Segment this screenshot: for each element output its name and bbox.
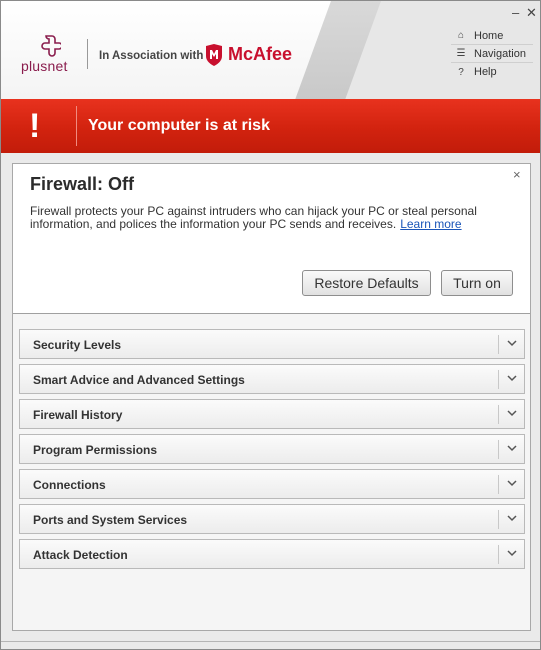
section-connections[interactable]: Connections [19, 469, 525, 499]
section-divider [498, 440, 499, 459]
section-security-levels[interactable]: Security Levels [19, 329, 525, 359]
home-icon: ⌂ [457, 30, 465, 41]
settings-sections: Security Levels Smart Advice and Advance… [19, 329, 525, 574]
restore-defaults-button[interactable]: Restore Defaults [302, 270, 431, 296]
list-icon: ☰ [456, 48, 466, 59]
section-attack-detection[interactable]: Attack Detection [19, 539, 525, 569]
chevron-down-icon[interactable] [506, 372, 518, 384]
nav-home[interactable]: ⌂ Home [451, 27, 533, 45]
chevron-down-icon[interactable] [506, 407, 518, 419]
section-label: Firewall History [33, 408, 123, 422]
section-smart-advice[interactable]: Smart Advice and Advanced Settings [19, 364, 525, 394]
chevron-down-icon[interactable] [506, 337, 518, 349]
firewall-status-card: × Firewall: Off Firewall protects your P… [13, 164, 530, 314]
close-card-icon[interactable]: × [513, 167, 521, 182]
section-divider [498, 545, 499, 564]
close-window-button[interactable]: ✕ [526, 6, 537, 20]
section-label: Attack Detection [33, 548, 128, 562]
mcafee-shield-icon [206, 44, 222, 66]
turn-on-button[interactable]: Turn on [441, 270, 513, 296]
nav-help[interactable]: ? Help [451, 63, 533, 81]
firewall-title: Firewall: Off [30, 174, 135, 194]
section-divider [498, 370, 499, 389]
section-divider [498, 510, 499, 529]
mcafee-brand: McAfee [228, 44, 293, 64]
nav-navigation-label: Navigation [474, 47, 526, 60]
section-label: Security Levels [33, 338, 122, 352]
help-icon: ? [458, 66, 464, 78]
minimize-button[interactable]: – [512, 6, 519, 20]
section-label: Program Permissions [33, 443, 158, 457]
chevron-down-icon[interactable] [506, 547, 518, 559]
nav-help-label: Help [474, 66, 497, 78]
top-navigation: ⌂ Home ☰ Navigation ? Help [451, 27, 533, 81]
learn-more-link[interactable]: Learn more [400, 217, 461, 231]
header: – ✕ plusnet In Association with McAfee ⌂… [1, 1, 540, 99]
alert-divider [76, 106, 77, 146]
nav-navigation[interactable]: ☰ Navigation [451, 45, 533, 63]
window-bottom-border [1, 641, 540, 642]
firewall-panel: × Firewall: Off Firewall protects your P… [12, 163, 531, 631]
section-divider [498, 335, 499, 354]
section-label: Ports and System Services [33, 513, 188, 527]
section-program-permissions[interactable]: Program Permissions [19, 434, 525, 464]
section-ports-system-services[interactable]: Ports and System Services [19, 504, 525, 534]
section-label: Connections [33, 478, 106, 492]
chevron-down-icon[interactable] [506, 512, 518, 524]
risk-alert-banner: ! Your computer is at risk [1, 99, 540, 153]
plusnet-brand: plusnet [21, 58, 68, 74]
firewall-description: Firewall protects your PC against intrud… [30, 205, 510, 231]
section-label: Smart Advice and Advanced Settings [33, 373, 245, 387]
chevron-down-icon[interactable] [506, 477, 518, 489]
chevron-down-icon[interactable] [506, 442, 518, 454]
app-window: – ✕ plusnet In Association with McAfee ⌂… [0, 0, 541, 650]
section-firewall-history[interactable]: Firewall History [19, 399, 525, 429]
warning-icon: ! [29, 107, 41, 145]
section-divider [498, 475, 499, 494]
nav-home-label: Home [474, 29, 504, 42]
alert-message: Your computer is at risk [88, 117, 270, 134]
section-divider [498, 405, 499, 424]
association-text: In Association with [99, 50, 204, 62]
logo-divider [87, 39, 88, 69]
